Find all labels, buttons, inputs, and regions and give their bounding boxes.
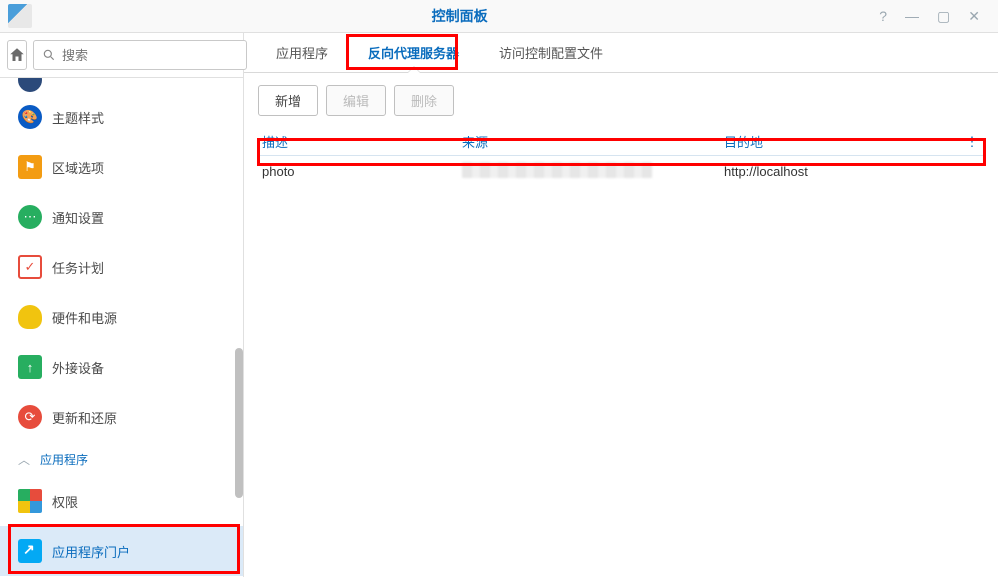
info-icon — [18, 78, 42, 92]
sidebar-group-label: 应用程序 — [40, 451, 88, 468]
window-controls: ? — ▢ ✕ — [879, 8, 998, 25]
home-button[interactable] — [7, 40, 27, 70]
add-button[interactable]: 新增 — [258, 85, 318, 116]
cell-description: photo — [258, 164, 458, 179]
col-description[interactable]: 描述 — [258, 132, 458, 151]
bulb-icon — [18, 305, 42, 329]
sidebar-item-label: 应用程序门户 — [52, 542, 130, 561]
sidebar-item-region[interactable]: ⚑ 区域选项 — [0, 142, 243, 192]
sidebar-item-hardware[interactable]: 硬件和电源 — [0, 292, 243, 342]
titlebar: 控制面板 ? — ▢ ✕ — [0, 0, 998, 33]
sidebar-item-task[interactable]: ✓ 任务计划 — [0, 242, 243, 292]
sidebar-item-label: 主题样式 — [52, 108, 104, 127]
maximize-button[interactable]: ▢ — [937, 8, 950, 25]
table-header: 描述 来源 目的地 ⋮ — [258, 128, 984, 156]
col-destination[interactable]: 目的地 — [720, 132, 960, 151]
sidebar-item-app-portal[interactable]: 应用程序门户 — [0, 526, 243, 576]
app-icon — [8, 4, 32, 28]
sidebar-item-label: 任务计划 — [52, 258, 104, 277]
blurred-text — [462, 162, 652, 178]
cell-destination: http://localhost — [720, 164, 984, 179]
tab-application[interactable]: 应用程序 — [256, 33, 348, 72]
help-button[interactable]: ? — [879, 8, 887, 25]
sidebar: 🎨 主题样式 ⚑ 区域选项 ⋯ 通知设置 ✓ 任务计划 硬件和电源 ↑ 外接设备 — [0, 33, 244, 577]
scrollbar[interactable] — [235, 348, 243, 498]
toolbar: 新增 编辑 删除 — [244, 73, 998, 128]
sidebar-item-permissions[interactable]: 权限 — [0, 476, 243, 526]
close-button[interactable]: ✕ — [968, 8, 980, 25]
cell-source — [458, 162, 720, 181]
sidebar-item-notify[interactable]: ⋯ 通知设置 — [0, 192, 243, 242]
home-icon — [8, 46, 26, 64]
sidebar-top — [0, 33, 243, 78]
table-row[interactable]: photo http://localhost — [258, 156, 984, 186]
tab-access-control[interactable]: 访问控制配置文件 — [479, 33, 623, 72]
window-title: 控制面板 — [40, 6, 879, 26]
chevron-up-icon: ︿ — [18, 451, 30, 468]
col-menu-icon[interactable]: ⋮ — [960, 134, 984, 150]
flag-icon: ⚑ — [18, 155, 42, 179]
edit-button[interactable]: 编辑 — [326, 85, 386, 116]
minimize-button[interactable]: — — [905, 8, 919, 25]
search-icon — [42, 48, 56, 62]
sidebar-list: 🎨 主题样式 ⚑ 区域选项 ⋯ 通知设置 ✓ 任务计划 硬件和电源 ↑ 外接设备 — [0, 78, 243, 577]
calendar-icon: ✓ — [18, 255, 42, 279]
tab-reverse-proxy[interactable]: 反向代理服务器 — [348, 33, 479, 72]
sidebar-item-partial[interactable] — [0, 78, 243, 92]
sidebar-item-label: 硬件和电源 — [52, 308, 117, 327]
tab-bar: 应用程序 反向代理服务器 访问控制配置文件 — [244, 33, 998, 73]
palette-icon: 🎨 — [18, 105, 42, 129]
sidebar-item-label: 外接设备 — [52, 358, 104, 377]
sidebar-item-label: 区域选项 — [52, 158, 104, 177]
sidebar-item-update[interactable]: ⟳ 更新和还原 — [0, 392, 243, 442]
search-input[interactable] — [62, 48, 238, 63]
portal-icon — [18, 539, 42, 563]
search-box[interactable] — [33, 40, 247, 70]
chat-icon: ⋯ — [18, 205, 42, 229]
col-source[interactable]: 来源 — [458, 132, 720, 151]
sidebar-item-external[interactable]: ↑ 外接设备 — [0, 342, 243, 392]
external-icon: ↑ — [18, 355, 42, 379]
sidebar-item-label: 通知设置 — [52, 208, 104, 227]
sidebar-item-theme[interactable]: 🎨 主题样式 — [0, 92, 243, 142]
delete-button[interactable]: 删除 — [394, 85, 454, 116]
sidebar-item-label: 更新和还原 — [52, 408, 117, 427]
refresh-icon: ⟳ — [18, 405, 42, 429]
content: 应用程序 反向代理服务器 访问控制配置文件 新增 编辑 删除 描述 来源 目的地… — [244, 33, 998, 577]
permissions-icon — [18, 489, 42, 513]
proxy-table: 描述 来源 目的地 ⋮ photo http://localhost — [258, 128, 984, 577]
sidebar-group-apps[interactable]: ︿ 应用程序 — [0, 442, 243, 476]
sidebar-item-label: 权限 — [52, 492, 78, 511]
